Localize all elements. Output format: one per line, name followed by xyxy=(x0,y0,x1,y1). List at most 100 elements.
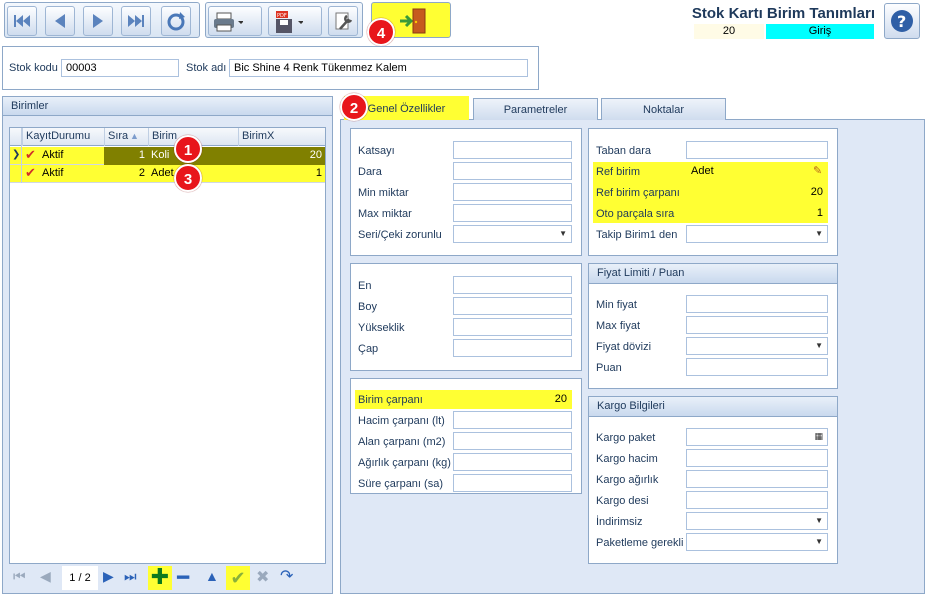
kargo-paket-field[interactable]: ▦ xyxy=(686,428,828,446)
tab-parametreler-label: Parametreler xyxy=(503,104,568,116)
label-agirlik-carpani: Ağırlık çarpanı (kg) xyxy=(358,457,451,469)
nav-first-icon[interactable]: ⏮ xyxy=(13,568,26,585)
label-kargo-agirlik: Kargo ağırlık xyxy=(596,474,659,486)
stock-code-field[interactable]: 00003 xyxy=(61,59,179,77)
first-icon xyxy=(14,15,30,27)
nav-next-icon[interactable]: ▶ xyxy=(103,568,114,585)
label-seri-ceki: Seri/Çeki zorunlu xyxy=(358,229,442,241)
agirlik-carpani-field[interactable] xyxy=(453,453,572,471)
seri-ceki-select[interactable]: ▼ xyxy=(453,225,572,243)
help-button[interactable]: ? xyxy=(884,3,920,39)
birim-carpani-field[interactable]: 20 xyxy=(453,390,572,408)
tab-genel-label: Genel Özellikler xyxy=(367,103,446,115)
sure-carpani-field[interactable] xyxy=(453,474,572,492)
label-fiyat-dovizi: Fiyat dövizi xyxy=(596,341,652,353)
label-puan: Puan xyxy=(596,362,622,374)
nav-confirm-button[interactable]: ✔ xyxy=(226,566,250,590)
puan-field[interactable] xyxy=(686,358,828,376)
row1-durum: Aktif xyxy=(42,149,64,161)
refresh-button[interactable] xyxy=(161,6,191,36)
stock-name-field[interactable]: Bic Shine 4 Renk Tükenmez Kalem xyxy=(229,59,528,77)
min-miktar-field[interactable] xyxy=(453,183,572,201)
min-fiyat-field[interactable] xyxy=(686,295,828,313)
col-kayitdurumu[interactable]: KayıtDurumu xyxy=(22,128,104,146)
kargo-agirlik-field[interactable] xyxy=(686,470,828,488)
alan-carpani-field[interactable] xyxy=(453,432,572,450)
badge-2: 2 xyxy=(340,93,368,121)
check-icon: ✔ xyxy=(25,165,36,180)
dara-field[interactable] xyxy=(453,162,572,180)
col-birimx[interactable]: BirimX xyxy=(238,128,325,146)
nav-prev-icon[interactable]: ◀ xyxy=(40,568,51,585)
badge-1: 1 xyxy=(174,135,202,163)
hacim-carpani-field[interactable] xyxy=(453,411,572,429)
kargo-hacim-field[interactable] xyxy=(686,449,828,467)
nav-cancel-icon[interactable]: ✖ xyxy=(256,567,269,587)
help-icon: ? xyxy=(891,10,913,32)
en-field[interactable] xyxy=(453,276,572,294)
nav-add-button[interactable]: ✚ xyxy=(148,566,172,590)
lookup-icon[interactable]: ✎ xyxy=(813,164,822,177)
kargo-title: Kargo Bilgileri xyxy=(589,397,837,417)
badge-3: 3 xyxy=(174,164,202,192)
stock-code-label: Stok kodu xyxy=(9,62,58,74)
taban-dara-field[interactable] xyxy=(686,141,828,159)
row1-birimx: 20 xyxy=(238,147,325,165)
first-record-button[interactable] xyxy=(7,6,37,36)
fiyat-dovizi-select[interactable]: ▼ xyxy=(686,337,828,355)
label-yukseklik: Yükseklik xyxy=(358,322,405,334)
export-pdf-button[interactable]: PDF xyxy=(268,6,322,36)
chevron-down-icon: ▼ xyxy=(815,229,823,238)
calculator-icon[interactable]: ▦ xyxy=(814,431,823,442)
chevron-down-icon: ▼ xyxy=(815,341,823,350)
tab-noktalar[interactable]: Noktalar xyxy=(601,98,726,120)
birimler-grid[interactable] xyxy=(9,127,326,564)
nav-up-icon[interactable]: ▲ xyxy=(205,568,219,584)
oto-parcala-field[interactable]: 1 xyxy=(686,204,828,222)
navigation-toolbar xyxy=(4,2,200,38)
print-button[interactable] xyxy=(208,6,262,36)
katsayi-field[interactable] xyxy=(453,141,572,159)
label-kargo-hacim: Kargo hacim xyxy=(596,453,658,465)
label-max-miktar: Max miktar xyxy=(358,208,412,220)
label-oto-parcala: Oto parçala sıra xyxy=(596,208,675,220)
previous-record-button[interactable] xyxy=(45,6,75,36)
exit-door-icon xyxy=(400,8,426,34)
ref-birim-carpani-field[interactable]: 20 xyxy=(686,183,828,201)
badge-4: 4 xyxy=(367,18,395,46)
indirimsiz-select[interactable]: ▼ xyxy=(686,512,828,530)
chevron-down-icon: ▼ xyxy=(559,229,567,238)
next-icon xyxy=(93,14,103,28)
kargo-desi-field[interactable] xyxy=(686,491,828,509)
label-takip-birim: Takip Birim1 den xyxy=(596,229,678,241)
paketleme-select[interactable]: ▼ xyxy=(686,533,828,551)
label-ref-birim: Ref birim xyxy=(596,166,641,178)
ref-birim-field[interactable]: Adet xyxy=(686,162,828,180)
label-kargo-desi: Kargo desi xyxy=(596,495,649,507)
last-icon xyxy=(128,15,144,27)
row1-sira: 1 xyxy=(104,147,148,165)
last-record-button[interactable] xyxy=(121,6,151,36)
max-miktar-field[interactable] xyxy=(453,204,572,222)
next-record-button[interactable] xyxy=(83,6,113,36)
printer-icon xyxy=(214,12,243,32)
stock-name-label: Stok adı xyxy=(186,62,227,74)
max-fiyat-field[interactable] xyxy=(686,316,828,334)
nav-refresh-icon[interactable]: ↷ xyxy=(280,566,293,586)
cap-field[interactable] xyxy=(453,339,572,357)
label-sure-carpani: Süre çarpanı (sa) xyxy=(358,478,443,490)
fiyat-title: Fiyat Limiti / Puan xyxy=(589,264,837,284)
nav-last-icon[interactable]: ⏭ xyxy=(124,568,137,585)
nav-delete-icon[interactable]: ━ xyxy=(177,565,189,590)
pdf-save-icon: PDF xyxy=(276,11,303,33)
row2-birimx: 1 xyxy=(315,167,322,179)
takip-birim-select[interactable]: ▼ xyxy=(686,225,828,243)
yukseklik-field[interactable] xyxy=(453,318,572,336)
window-title: Stok Kartı Birim Tanımları xyxy=(691,5,875,22)
col-sira[interactable]: Sıra xyxy=(104,128,148,146)
row2-durum: Aktif xyxy=(42,167,64,179)
settings-button[interactable] xyxy=(328,6,358,36)
boy-field[interactable] xyxy=(453,297,572,315)
tab-parametreler[interactable]: Parametreler xyxy=(473,98,598,120)
svg-text:?: ? xyxy=(897,12,906,31)
